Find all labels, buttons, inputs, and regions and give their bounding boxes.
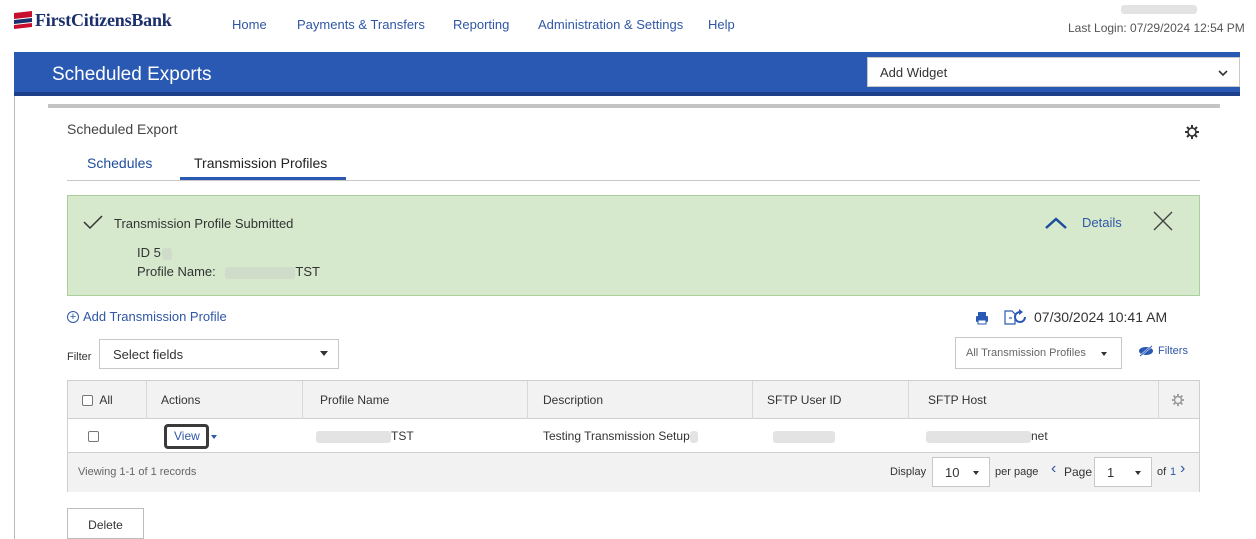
brand-logo[interactable]: FirstCitizensBank [14, 8, 172, 32]
close-icon[interactable] [1152, 210, 1174, 232]
nav-home[interactable]: Home [232, 17, 267, 32]
previous-page-icon[interactable]: ‹ [1051, 460, 1056, 478]
caret-down-icon [320, 351, 328, 356]
success-banner: Transmission Profile Submitted ID 5 Prof… [67, 195, 1200, 296]
column-header-sftp-host[interactable]: SFTP Host [909, 381, 1159, 419]
redacted-profile-name [316, 430, 391, 443]
profiles-table: All Actions Profile Name Description SFT… [67, 380, 1200, 492]
sftp-host-suffix: net [1031, 429, 1048, 443]
column-header-description[interactable]: Description [528, 381, 753, 419]
select-all-label: All [99, 393, 113, 407]
add-profile-label: Add Transmission Profile [83, 309, 227, 324]
redacted-description [689, 430, 698, 443]
content-left-border [14, 96, 15, 539]
filters-label: Filters [1158, 345, 1188, 357]
nav-payments-transfers[interactable]: Payments & Transfers [297, 17, 425, 32]
eye-slash-icon [1139, 345, 1153, 357]
filters-toggle[interactable]: Filters [1137, 345, 1188, 357]
page-header-bar: Scheduled Exports Add Widget [14, 52, 1240, 96]
sftp-host-cell: net [926, 419, 1048, 453]
caret-down-icon [973, 471, 979, 475]
tab-schedules[interactable]: Schedules [87, 155, 152, 171]
column-header-sftp-user-id[interactable]: SFTP User ID [753, 381, 909, 419]
per-page-select[interactable]: 10 [932, 457, 990, 487]
tab-rule [67, 180, 1200, 181]
total-pages: 1 [1170, 466, 1177, 478]
page-label: Page [1064, 465, 1093, 479]
widget-divider [48, 104, 1220, 108]
filter-label: Filter [67, 351, 92, 363]
banner-id: ID 5 [137, 245, 172, 260]
table-row: View TST Testing Transmission Setup net [68, 419, 1199, 453]
bank-flag-icon [14, 11, 32, 29]
checkmark-icon [83, 215, 103, 230]
of-label: of [1157, 466, 1167, 478]
filter-field-select[interactable]: Select fields [99, 339, 339, 369]
active-tab-indicator [180, 177, 346, 180]
record-count: Viewing 1-1 of 1 records [78, 466, 197, 478]
profile-name-cell: TST [316, 419, 414, 453]
add-widget-select[interactable]: Add Widget [867, 57, 1240, 87]
nav-administration-settings[interactable]: Administration & Settings [538, 17, 683, 32]
print-icon[interactable] [975, 311, 989, 325]
profile-type-label: All Transmission Profiles [966, 347, 1086, 359]
banner-profile-name: Profile Name: TST [137, 264, 320, 279]
section-title: Scheduled Export [67, 121, 178, 137]
plus-circle-icon: + [67, 310, 79, 323]
page-value: 1 [1107, 465, 1115, 480]
page-select[interactable]: 1 [1094, 457, 1152, 487]
caret-down-icon [1135, 471, 1141, 475]
redacted-profile-name [225, 266, 296, 279]
view-action-link[interactable]: View [174, 429, 200, 443]
profile-type-select[interactable]: All Transmission Profiles [955, 337, 1122, 369]
redacted-id [161, 247, 172, 260]
top-navigation: FirstCitizensBank Home Payments & Transf… [0, 0, 1256, 52]
row-select-cell [88, 419, 99, 453]
tab-transmission-profiles[interactable]: Transmission Profiles [194, 155, 327, 171]
redacted-sftp-host [926, 430, 1031, 443]
page-title: Scheduled Exports [52, 64, 212, 85]
table-header: All Actions Profile Name Description SFT… [68, 381, 1199, 419]
column-header-profile-name[interactable]: Profile Name [303, 381, 528, 419]
last-refreshed: 07/30/2024 10:41 AM [1034, 309, 1168, 325]
per-page-label: per page [995, 466, 1039, 478]
gear-icon[interactable] [1184, 124, 1200, 140]
brand-name: FirstCitizensBank [35, 9, 172, 30]
row-checkbox[interactable] [88, 431, 99, 443]
description-cell: Testing Transmission Setup [543, 419, 698, 453]
add-widget-label: Add Widget [880, 65, 948, 80]
banner-message: Transmission Profile Submitted [114, 216, 294, 231]
nav-reporting[interactable]: Reporting [453, 17, 509, 32]
per-page-value: 10 [945, 465, 960, 480]
sftp-user-id-cell [773, 419, 835, 453]
description-text: Testing Transmission Setup [543, 429, 690, 443]
refresh-icon[interactable] [1012, 309, 1028, 325]
banner-id-label: ID 5 [137, 245, 161, 260]
next-page-icon[interactable]: › [1180, 460, 1185, 478]
redacted-username [1121, 5, 1197, 14]
column-header-actions: Actions [147, 381, 303, 419]
last-login: Last Login: 07/29/2024 12:54 PM [1068, 21, 1245, 35]
table-footer: Viewing 1-1 of 1 records Display 10 per … [68, 453, 1199, 492]
select-all-header[interactable]: All [68, 381, 147, 419]
filter-placeholder: Select fields [113, 347, 184, 362]
action-menu-caret-icon[interactable] [211, 435, 217, 439]
select-all-checkbox[interactable] [82, 395, 93, 407]
chevron-up-icon[interactable] [1044, 216, 1068, 230]
nav-help[interactable]: Help [708, 17, 735, 32]
banner-profile-suffix: TST [295, 264, 320, 279]
banner-profile-label: Profile Name: [137, 264, 216, 279]
profile-name-suffix: TST [391, 429, 414, 443]
chevron-down-icon [1218, 70, 1228, 77]
caret-down-icon [1101, 352, 1107, 356]
delete-button[interactable]: Delete [67, 508, 144, 539]
add-transmission-profile-link[interactable]: + Add Transmission Profile [67, 309, 227, 324]
column-settings-gear-icon[interactable] [1171, 393, 1185, 407]
redacted-sftp-user-id [773, 430, 835, 443]
display-label: Display [890, 466, 927, 478]
details-toggle[interactable]: Details [1082, 215, 1122, 230]
